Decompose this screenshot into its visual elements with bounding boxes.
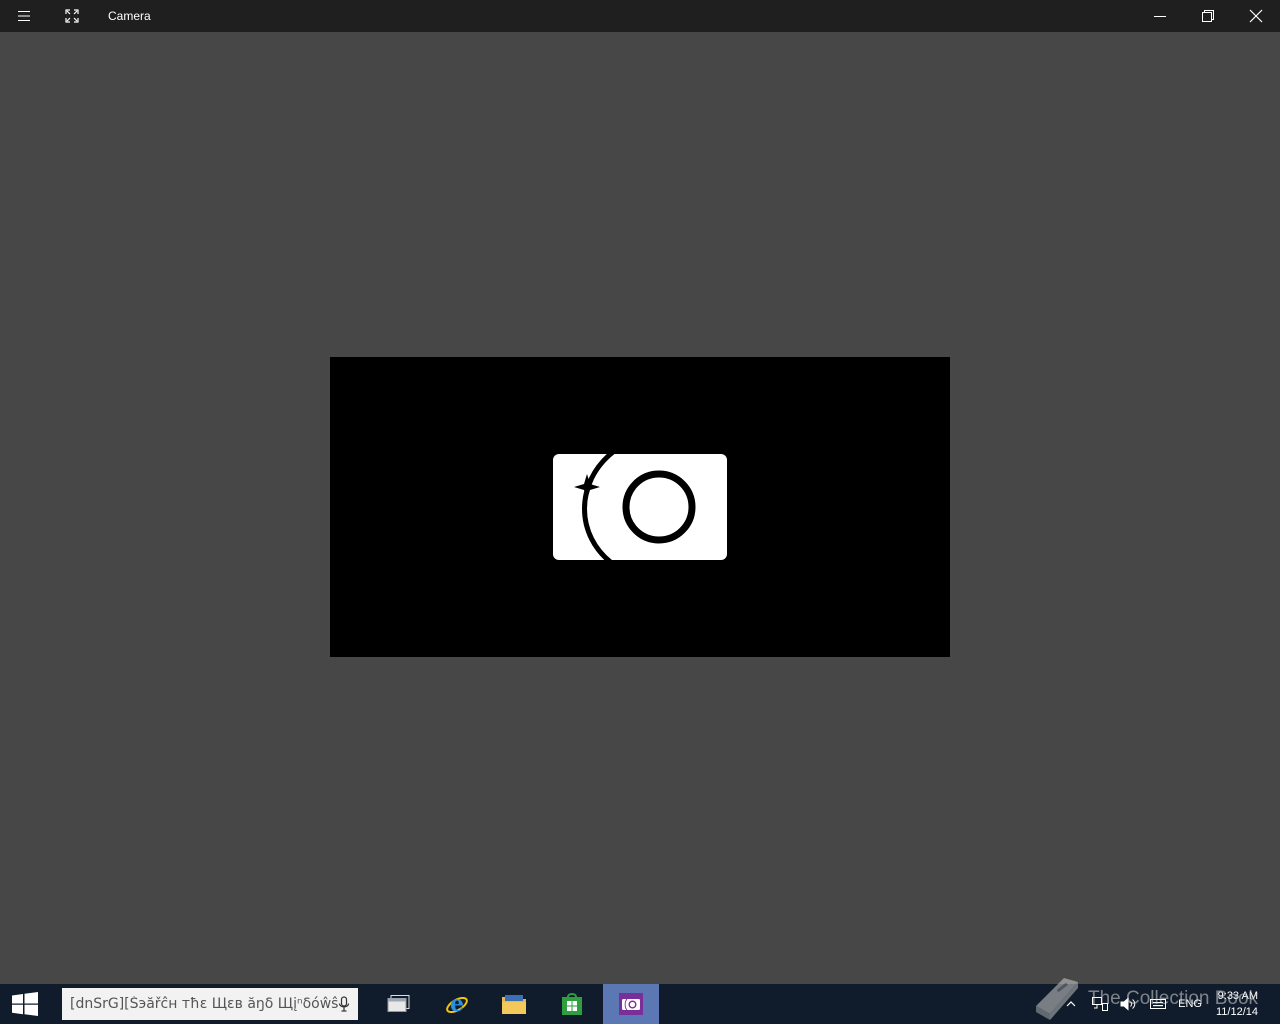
system-tray: ENG 9:33 AM 11/12/14 [1066, 984, 1280, 1024]
ie-icon: e [446, 991, 468, 1017]
title-bar: Camera [0, 0, 1280, 32]
show-hidden-icons-chevron-icon[interactable] [1066, 1000, 1076, 1008]
folder-icon [502, 995, 526, 1014]
windows-logo-icon [12, 992, 38, 1016]
taskbar-app-store[interactable] [544, 984, 600, 1024]
close-button[interactable] [1232, 0, 1280, 32]
restore-button[interactable] [1184, 0, 1232, 32]
taskbar-app-task-view[interactable] [371, 984, 427, 1024]
taskbar-app-file-explorer[interactable] [486, 984, 542, 1024]
taskbar-app-internet-explorer[interactable]: e [429, 984, 485, 1024]
camera-logo-icon [553, 454, 727, 560]
camera-icon [619, 993, 643, 1015]
restore-icon [1202, 10, 1214, 22]
store-icon [562, 993, 582, 1015]
task-view-icon [387, 995, 410, 1012]
network-icon[interactable] [1092, 997, 1109, 1011]
fullscreen-button[interactable] [48, 0, 96, 32]
search-box[interactable]: [dnSrG][Šэăřĉн тħε Щεв ăŋδ Щįⁿδóŵŝ [62, 988, 358, 1020]
clock[interactable]: 9:33 AM 11/12/14 [1216, 988, 1258, 1020]
app-title: Camera [108, 9, 151, 23]
volume-icon[interactable] [1120, 997, 1138, 1011]
start-button[interactable] [0, 984, 50, 1024]
clock-date: 11/12/14 [1215, 1006, 1258, 1018]
hamburger-icon [18, 11, 30, 21]
microphone-icon[interactable] [338, 996, 350, 1012]
svg-text:e: e [450, 991, 464, 1017]
keyboard-icon[interactable] [1150, 999, 1167, 1009]
clock-time: 9:33 AM [1217, 990, 1258, 1002]
language-indicator[interactable]: ENG [1178, 998, 1202, 1010]
expand-icon [65, 9, 79, 23]
menu-button[interactable] [0, 0, 48, 32]
minimize-button[interactable] [1136, 0, 1184, 32]
camera-viewfinder[interactable] [330, 357, 950, 657]
taskbar: [dnSrG][Šэăřĉн тħε Щεв ăŋδ Щįⁿδóŵŝ e ENG… [0, 984, 1280, 1024]
search-input[interactable]: [dnSrG][Šэăřĉн тħε Щεв ăŋδ Щįⁿδóŵŝ [70, 996, 338, 1012]
minimize-icon [1154, 16, 1166, 17]
taskbar-app-camera[interactable] [603, 984, 659, 1024]
close-icon [1249, 9, 1263, 23]
